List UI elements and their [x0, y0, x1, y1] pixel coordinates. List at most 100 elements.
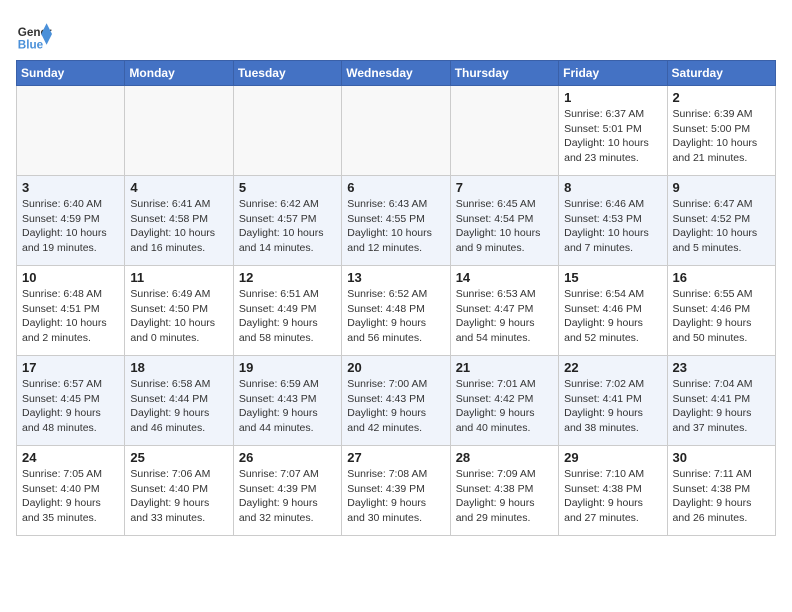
- day-info: Sunrise: 7:10 AM Sunset: 4:38 PM Dayligh…: [564, 467, 661, 526]
- day-number: 12: [239, 270, 336, 285]
- calendar-cell-1-2: [125, 86, 233, 176]
- calendar-cell-3-3: 12 Sunrise: 6:51 AM Sunset: 4:49 PM Dayli…: [233, 266, 341, 356]
- day-number: 1: [564, 90, 661, 105]
- calendar-cell-1-7: 2 Sunrise: 6:39 AM Sunset: 5:00 PM Daylig…: [667, 86, 775, 176]
- calendar-cell-2-2: 4Sunrise: 6:41 AM Sunset: 4:58 PM Daylig…: [125, 176, 233, 266]
- day-number: 5: [239, 180, 336, 195]
- calendar-cell-3-6: 15 Sunrise: 6:54 AM Sunset: 4:46 PM Dayli…: [559, 266, 667, 356]
- day-info: Sunrise: 6:40 AM Sunset: 4:59 PM Dayligh…: [22, 197, 119, 256]
- day-info: Sunrise: 6:58 AM Sunset: 4:44 PM Dayligh…: [130, 377, 227, 436]
- day-number: 30: [673, 450, 770, 465]
- day-number: 27: [347, 450, 444, 465]
- day-info: Sunrise: 6:48 AM Sunset: 4:51 PM Dayligh…: [22, 287, 119, 346]
- day-number: 19: [239, 360, 336, 375]
- day-number: 18: [130, 360, 227, 375]
- calendar-cell-4-5: 21 Sunrise: 7:01 AM Sunset: 4:42 PM Dayli…: [450, 356, 558, 446]
- day-info: Sunrise: 6:37 AM Sunset: 5:01 PM Dayligh…: [564, 107, 661, 166]
- day-info: Sunrise: 7:00 AM Sunset: 4:43 PM Dayligh…: [347, 377, 444, 436]
- day-number: 9: [673, 180, 770, 195]
- day-number: 20: [347, 360, 444, 375]
- calendar-cell-4-6: 22 Sunrise: 7:02 AM Sunset: 4:41 PM Dayli…: [559, 356, 667, 446]
- header: General Blue: [16, 16, 776, 52]
- day-info: Sunrise: 7:05 AM Sunset: 4:40 PM Dayligh…: [22, 467, 119, 526]
- day-number: 25: [130, 450, 227, 465]
- day-info: Sunrise: 7:06 AM Sunset: 4:40 PM Dayligh…: [130, 467, 227, 526]
- day-info: Sunrise: 6:43 AM Sunset: 4:55 PM Dayligh…: [347, 197, 444, 256]
- day-number: 21: [456, 360, 553, 375]
- weekday-header-friday: Friday: [559, 61, 667, 86]
- day-number: 15: [564, 270, 661, 285]
- calendar-cell-3-7: 16Sunrise: 6:55 AM Sunset: 4:46 PM Dayli…: [667, 266, 775, 356]
- logo-icon: General Blue: [16, 16, 52, 52]
- weekday-header-wednesday: Wednesday: [342, 61, 450, 86]
- day-info: Sunrise: 6:47 AM Sunset: 4:52 PM Dayligh…: [673, 197, 770, 256]
- day-info: Sunrise: 6:49 AM Sunset: 4:50 PM Dayligh…: [130, 287, 227, 346]
- svg-text:Blue: Blue: [18, 38, 44, 51]
- day-info: Sunrise: 6:55 AM Sunset: 4:46 PM Dayligh…: [673, 287, 770, 346]
- calendar-cell-3-4: 13Sunrise: 6:52 AM Sunset: 4:48 PM Dayli…: [342, 266, 450, 356]
- weekday-header-sunday: Sunday: [17, 61, 125, 86]
- day-number: 10: [22, 270, 119, 285]
- day-info: Sunrise: 7:09 AM Sunset: 4:38 PM Dayligh…: [456, 467, 553, 526]
- day-info: Sunrise: 6:57 AM Sunset: 4:45 PM Dayligh…: [22, 377, 119, 436]
- day-number: 6: [347, 180, 444, 195]
- day-number: 2: [673, 90, 770, 105]
- day-info: Sunrise: 6:59 AM Sunset: 4:43 PM Dayligh…: [239, 377, 336, 436]
- day-number: 8: [564, 180, 661, 195]
- day-number: 22: [564, 360, 661, 375]
- calendar-cell-5-3: 26Sunrise: 7:07 AM Sunset: 4:39 PM Dayli…: [233, 446, 341, 536]
- day-info: Sunrise: 7:07 AM Sunset: 4:39 PM Dayligh…: [239, 467, 336, 526]
- calendar-cell-5-4: 27 Sunrise: 7:08 AM Sunset: 4:39 PM Dayli…: [342, 446, 450, 536]
- calendar-cell-5-6: 29 Sunrise: 7:10 AM Sunset: 4:38 PM Dayli…: [559, 446, 667, 536]
- calendar-cell-2-6: 8 Sunrise: 6:46 AM Sunset: 4:53 PM Daylig…: [559, 176, 667, 266]
- day-info: Sunrise: 7:04 AM Sunset: 4:41 PM Dayligh…: [673, 377, 770, 436]
- day-info: Sunrise: 6:41 AM Sunset: 4:58 PM Dayligh…: [130, 197, 227, 256]
- calendar-cell-4-1: 17 Sunrise: 6:57 AM Sunset: 4:45 PM Dayli…: [17, 356, 125, 446]
- weekday-header-thursday: Thursday: [450, 61, 558, 86]
- day-info: Sunrise: 7:01 AM Sunset: 4:42 PM Dayligh…: [456, 377, 553, 436]
- day-number: 11: [130, 270, 227, 285]
- calendar-cell-4-4: 20 Sunrise: 7:00 AM Sunset: 4:43 PM Dayli…: [342, 356, 450, 446]
- day-number: 17: [22, 360, 119, 375]
- day-number: 13: [347, 270, 444, 285]
- calendar-cell-4-3: 19 Sunrise: 6:59 AM Sunset: 4:43 PM Dayli…: [233, 356, 341, 446]
- weekday-header-tuesday: Tuesday: [233, 61, 341, 86]
- day-info: Sunrise: 6:46 AM Sunset: 4:53 PM Dayligh…: [564, 197, 661, 256]
- day-number: 14: [456, 270, 553, 285]
- calendar-cell-1-1: [17, 86, 125, 176]
- day-number: 3: [22, 180, 119, 195]
- calendar-cell-1-6: 1 Sunrise: 6:37 AM Sunset: 5:01 PM Daylig…: [559, 86, 667, 176]
- day-number: 23: [673, 360, 770, 375]
- calendar-cell-1-5: [450, 86, 558, 176]
- calendar-cell-5-2: 25 Sunrise: 7:06 AM Sunset: 4:40 PM Dayli…: [125, 446, 233, 536]
- day-info: Sunrise: 6:51 AM Sunset: 4:49 PM Dayligh…: [239, 287, 336, 346]
- calendar-table: SundayMondayTuesdayWednesdayThursdayFrid…: [16, 60, 776, 536]
- calendar-cell-5-5: 28 Sunrise: 7:09 AM Sunset: 4:38 PM Dayli…: [450, 446, 558, 536]
- weekday-header-monday: Monday: [125, 61, 233, 86]
- calendar-cell-4-7: 23 Sunrise: 7:04 AM Sunset: 4:41 PM Dayli…: [667, 356, 775, 446]
- calendar-cell-3-1: 10 Sunrise: 6:48 AM Sunset: 4:51 PM Dayli…: [17, 266, 125, 356]
- day-number: 7: [456, 180, 553, 195]
- calendar-cell-2-5: 7 Sunrise: 6:45 AM Sunset: 4:54 PM Daylig…: [450, 176, 558, 266]
- day-info: Sunrise: 6:39 AM Sunset: 5:00 PM Dayligh…: [673, 107, 770, 166]
- day-info: Sunrise: 6:45 AM Sunset: 4:54 PM Dayligh…: [456, 197, 553, 256]
- weekday-header-saturday: Saturday: [667, 61, 775, 86]
- day-info: Sunrise: 6:42 AM Sunset: 4:57 PM Dayligh…: [239, 197, 336, 256]
- day-info: Sunrise: 7:02 AM Sunset: 4:41 PM Dayligh…: [564, 377, 661, 436]
- calendar-cell-3-5: 14 Sunrise: 6:53 AM Sunset: 4:47 PM Dayli…: [450, 266, 558, 356]
- calendar-cell-1-3: [233, 86, 341, 176]
- calendar-cell-4-2: 18 Sunrise: 6:58 AM Sunset: 4:44 PM Dayli…: [125, 356, 233, 446]
- calendar-cell-2-3: 5 Sunrise: 6:42 AM Sunset: 4:57 PM Daylig…: [233, 176, 341, 266]
- day-number: 29: [564, 450, 661, 465]
- day-info: Sunrise: 6:53 AM Sunset: 4:47 PM Dayligh…: [456, 287, 553, 346]
- day-info: Sunrise: 6:54 AM Sunset: 4:46 PM Dayligh…: [564, 287, 661, 346]
- calendar-cell-1-4: [342, 86, 450, 176]
- calendar-cell-5-1: 24 Sunrise: 7:05 AM Sunset: 4:40 PM Dayli…: [17, 446, 125, 536]
- logo: General Blue: [16, 16, 52, 52]
- calendar-cell-2-4: 6 Sunrise: 6:43 AM Sunset: 4:55 PM Daylig…: [342, 176, 450, 266]
- calendar-cell-5-7: 30Sunrise: 7:11 AM Sunset: 4:38 PM Dayli…: [667, 446, 775, 536]
- day-number: 24: [22, 450, 119, 465]
- day-number: 28: [456, 450, 553, 465]
- day-info: Sunrise: 7:08 AM Sunset: 4:39 PM Dayligh…: [347, 467, 444, 526]
- calendar-header: SundayMondayTuesdayWednesdayThursdayFrid…: [17, 61, 776, 86]
